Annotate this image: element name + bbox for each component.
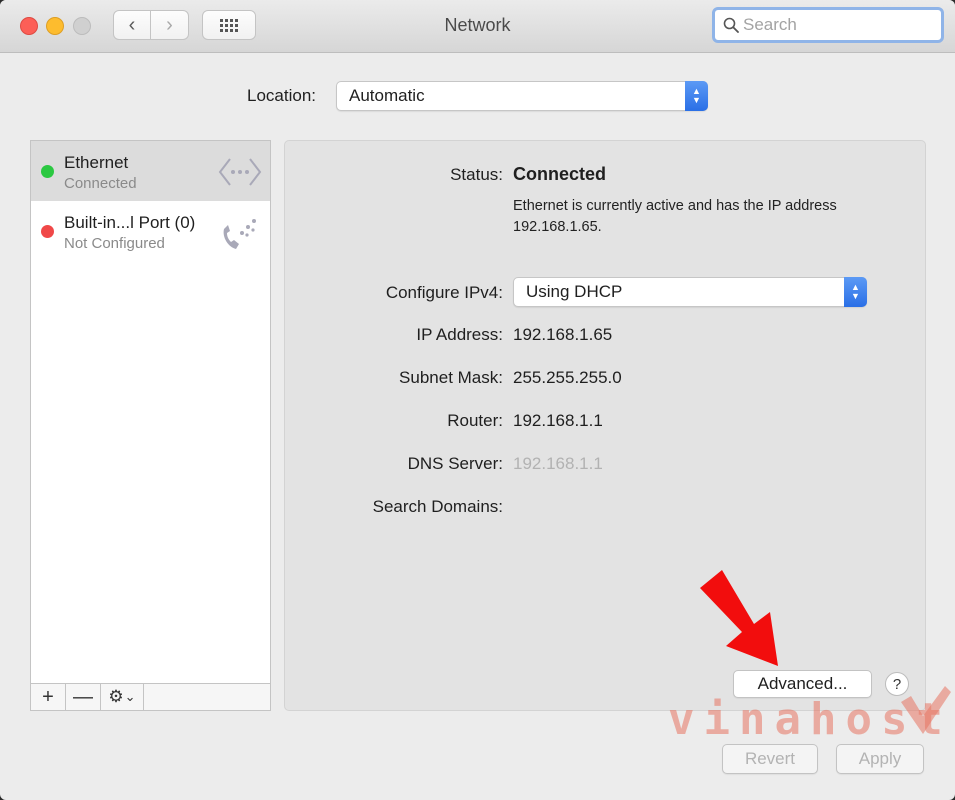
router-value: 192.168.1.1 [513,411,603,430]
service-name: Ethernet [64,153,129,172]
add-service-button[interactable]: + [31,684,66,710]
search-input[interactable] [739,14,935,36]
chevron-down-icon: ⌄ [124,689,136,704]
apply-button[interactable]: Apply [836,744,924,774]
location-value: Automatic [349,86,425,105]
status-dot-green [41,165,54,178]
service-status: Not Configured [64,235,165,252]
ip-address-label: IP Address: [416,325,503,344]
status-description: Ethernet is currently active and has the… [513,198,837,235]
plus-icon: + [42,685,54,708]
popup-stepper-icon: ▲ ▼ [685,81,708,111]
check-icon [901,686,951,734]
service-status: Connected [64,175,137,192]
ip-address-value: 192.168.1.65 [513,325,613,344]
location-popup[interactable]: Automatic ▲ ▼ [336,81,708,111]
phone-icon [223,219,256,249]
dns-server-value[interactable]: 192.168.1.1 [513,454,603,474]
configure-ipv4-value: Using DHCP [526,282,623,301]
ethernet-icon [218,158,262,186]
title-bar: ‹ › Network [0,0,955,53]
remove-service-button[interactable]: — [66,684,101,710]
subnet-mask-label: Subnet Mask: [399,368,503,387]
location-label: Location: [247,86,316,105]
service-item-builtin-port[interactable]: Built-in...l Port (0) Not Configured [31,201,270,261]
subnet-mask-value: 255.255.255.0 [513,368,622,387]
dns-server-label: DNS Server: [407,454,503,473]
service-name: Built-in...l Port (0) [64,213,196,232]
configure-ipv4-popup[interactable]: Using DHCP ▲ ▼ [513,277,867,307]
network-preferences-window: ‹ › Network Location: Automatic ▲▼ [0,0,955,800]
status-label: Status: [450,165,503,184]
status-value: Connected [513,164,607,184]
service-list-controls: + — ⚙ ⌄ [30,683,271,711]
action-menu-button[interactable]: ⚙ ⌄ [101,684,144,710]
service-item-ethernet[interactable]: Ethernet Connected [31,141,270,201]
gear-icon: ⚙ [108,687,124,706]
search-icon [723,17,739,33]
router-label: Router: [447,411,503,430]
revert-button[interactable]: Revert [722,744,818,774]
status-dot-red [41,225,54,238]
popup-stepper-icon: ▲ ▼ [844,277,867,307]
search-domains-label: Search Domains: [372,497,503,516]
minus-icon: — [73,685,93,708]
service-list: Ethernet Connected Built-in...l Port (0)… [30,140,271,711]
red-arrow-annotation [700,570,778,666]
configure-ipv4-label: Configure IPv4: [385,283,503,302]
search-field[interactable] [712,7,944,43]
